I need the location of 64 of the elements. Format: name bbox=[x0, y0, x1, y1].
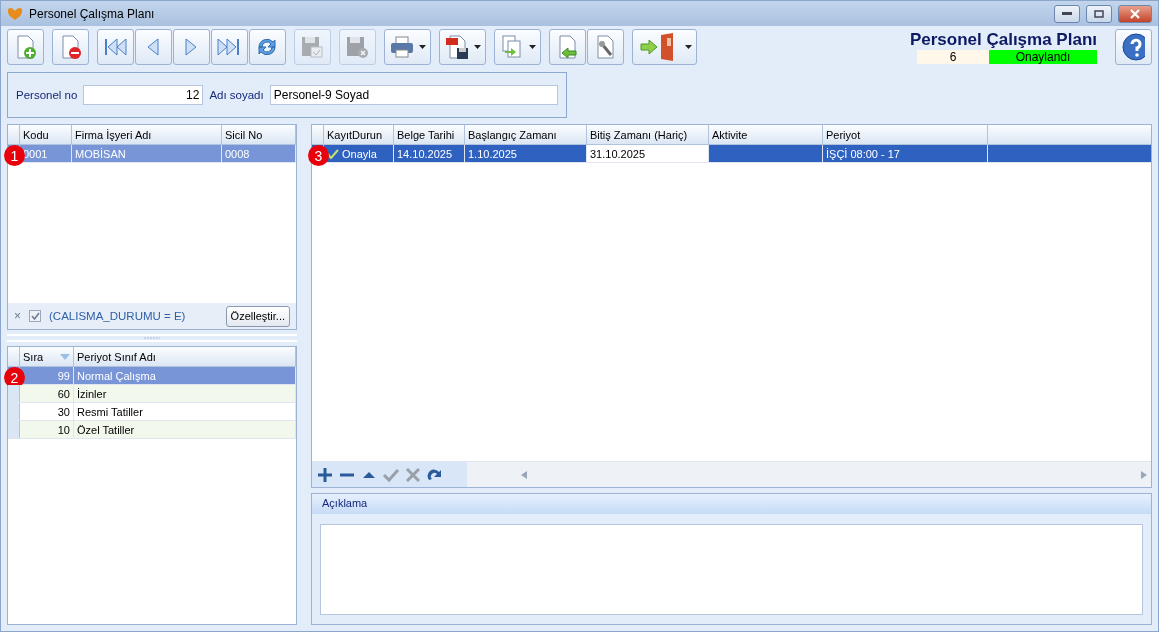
table-cell: İŞÇİ 08:00 - 17 bbox=[823, 145, 988, 162]
pdf-save-icon bbox=[444, 34, 470, 60]
exit-button[interactable] bbox=[632, 29, 697, 65]
printer-icon bbox=[389, 34, 415, 60]
close-button[interactable] bbox=[1118, 4, 1152, 23]
column-header[interactable]: Firma İşyeri Adı bbox=[72, 125, 222, 144]
help-button[interactable] bbox=[1115, 29, 1152, 65]
table-cell: 14.10.2025 bbox=[394, 145, 465, 162]
table-cell: Normal Çalışma bbox=[74, 367, 296, 384]
column-header[interactable]: KayıtDurun bbox=[324, 125, 394, 144]
table-row[interactable]: 60 İzinler bbox=[8, 385, 296, 403]
table-cell: 31.10.2025 bbox=[587, 145, 709, 162]
name-field[interactable]: Personel-9 Soyad bbox=[269, 85, 558, 105]
field-label: Adı soyadı bbox=[209, 89, 264, 101]
filter-checkbox[interactable] bbox=[29, 310, 41, 322]
column-header[interactable]: Sicil No bbox=[222, 125, 296, 144]
column-header[interactable]: Bitiş Zamanı (Hariç) bbox=[587, 125, 709, 144]
column-header[interactable]: Kodu bbox=[20, 125, 72, 144]
caret-icon bbox=[685, 45, 692, 49]
table-cell: Özel Tatiller bbox=[74, 421, 296, 438]
column-header[interactable]: Belge Tarihi bbox=[394, 125, 465, 144]
toolbar-button[interactable] bbox=[439, 29, 486, 65]
caret-icon bbox=[419, 45, 426, 49]
minimize-button[interactable] bbox=[1054, 4, 1080, 23]
table-row[interactable]: 30 Resmi Tatiller bbox=[8, 403, 296, 421]
table-cell: İzinler bbox=[74, 385, 296, 402]
table-row[interactable]: 10 Özel Tatiller bbox=[8, 421, 296, 439]
record-number: 6 bbox=[917, 50, 989, 64]
scroll-left-icon[interactable] bbox=[521, 470, 527, 479]
column-header[interactable]: Aktivite bbox=[709, 125, 823, 144]
table-cell: 30 bbox=[20, 403, 74, 420]
maximize-icon bbox=[1094, 9, 1104, 18]
status-label: Onaylandı bbox=[989, 50, 1097, 64]
number-marker: 3 bbox=[308, 145, 329, 166]
add-icon[interactable] bbox=[316, 465, 334, 484]
number-marker: 1 bbox=[4, 145, 25, 166]
table-cell: 60 bbox=[20, 385, 74, 402]
maximize-button[interactable] bbox=[1086, 4, 1112, 23]
form-title: Personel Çalışma Planı bbox=[909, 30, 1097, 50]
clear-filter-button[interactable]: × bbox=[14, 309, 21, 323]
caret-icon bbox=[474, 45, 481, 49]
scroll-right-icon[interactable] bbox=[1141, 470, 1147, 479]
field-label: Personel no bbox=[16, 89, 78, 101]
floppy-check-icon bbox=[299, 34, 325, 60]
column-header[interactable]: Başlangıç Zamanı bbox=[465, 125, 587, 144]
caret-icon bbox=[529, 45, 536, 49]
column-header[interactable]: Sıra bbox=[20, 347, 74, 366]
help-icon bbox=[1122, 33, 1145, 61]
panel-title: Açıklama bbox=[312, 494, 1151, 514]
floppy-cancel-icon bbox=[344, 34, 370, 60]
personnel-number-field[interactable]: 12 bbox=[83, 85, 204, 105]
customize-button[interactable]: Özelleştir... bbox=[225, 305, 290, 327]
table-cell: 10 bbox=[20, 421, 74, 438]
window-title: Personel Çalışma Planı bbox=[29, 6, 156, 21]
minimize-icon bbox=[1062, 11, 1072, 16]
column-header[interactable]: Periyot Sınıf Adı bbox=[74, 347, 296, 366]
close-icon bbox=[1130, 8, 1140, 19]
table-cell: 0008 bbox=[222, 145, 296, 162]
table-cell: Resmi Tatiller bbox=[74, 403, 296, 420]
filter-expression: (CALISMA_DURUMU = E) bbox=[49, 310, 187, 322]
column-header[interactable]: Periyot bbox=[823, 125, 988, 144]
table-cell: MOBİSAN bbox=[72, 145, 222, 162]
description-field[interactable] bbox=[320, 524, 1143, 615]
sort-arrow-icon bbox=[60, 353, 70, 360]
